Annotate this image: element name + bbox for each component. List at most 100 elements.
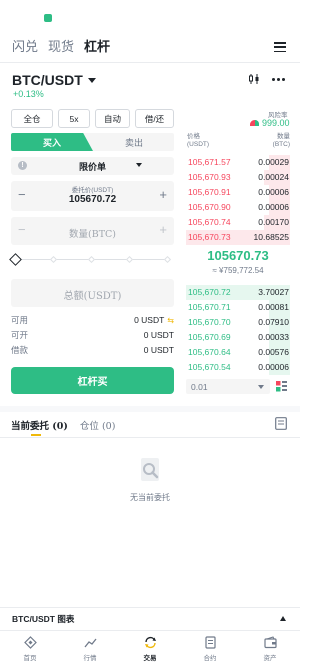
tab-margin[interactable]: 杠杆 — [84, 36, 110, 55]
chart-bar-label: BTC/USDT 图表 — [12, 613, 75, 624]
order-history-icon[interactable] — [275, 417, 287, 430]
ask-price: 105,670.90 — [188, 202, 231, 212]
bid-price: 105,670.64 — [188, 347, 231, 357]
nav-futures[interactable]: 合约 — [180, 631, 240, 666]
total-input[interactable]: 总额(USDT) — [11, 279, 174, 307]
slider-tick-100[interactable] — [163, 255, 172, 264]
orderbook-layout-icon[interactable] — [276, 381, 287, 392]
chevron-up-icon — [280, 616, 286, 621]
bid-row[interactable]: 105,670.64 0.00576 — [186, 345, 290, 360]
ask-price: 105,670.74 — [188, 217, 231, 227]
depth-select[interactable]: 0.01 — [186, 379, 270, 394]
chevron-down-icon — [87, 77, 96, 83]
hamburger-menu-icon[interactable] — [274, 42, 286, 52]
bid-price: 105,670.69 — [188, 332, 231, 342]
bid-row[interactable]: 105,670.54 0.00006 — [186, 360, 290, 375]
chevron-down-icon — [136, 163, 142, 167]
ask-quantity: 0.00006 — [258, 187, 289, 197]
total-placeholder: 总额(USDT) — [63, 291, 122, 302]
borrowed-row: 借款 0 USDT — [11, 345, 174, 356]
margin-buy-button[interactable]: 杠杆买 — [11, 367, 174, 394]
top-mode-tabs: 闪兑 现货 杠杆 — [12, 36, 110, 55]
tab-spot[interactable]: 现货 — [48, 36, 74, 55]
ask-price: 105,670.93 — [188, 172, 231, 182]
ask-price: 105,670.91 — [188, 187, 231, 197]
ask-quantity: 0.00029 — [258, 157, 289, 167]
slider-knob[interactable] — [9, 253, 22, 266]
pair-selector[interactable]: BTC/USDT — [12, 72, 96, 88]
nav-trade[interactable]: 交易 — [120, 631, 180, 666]
pair-symbol: BTC/USDT — [12, 72, 83, 88]
tab-positions[interactable]: 仓位 (0) — [80, 418, 115, 432]
wallet-icon — [263, 635, 277, 648]
bid-price: 105,670.72 — [188, 287, 231, 297]
last-price: 105670.73 — [207, 248, 269, 263]
nav-markets[interactable]: 行情 — [60, 631, 120, 666]
risk-gauge-icon — [250, 120, 259, 126]
bid-row[interactable]: 105,670.69 0.00033 — [186, 330, 290, 345]
tab-open-orders[interactable]: 当前委托 (0) — [11, 418, 68, 432]
info-icon[interactable]: ! — [18, 161, 27, 170]
home-diamond-icon — [23, 635, 37, 649]
risk-ratio-value: 999.00 — [250, 118, 290, 128]
ask-row[interactable]: 105,670.73 10.68525 — [186, 230, 290, 245]
borrow-mode-button[interactable]: 自动 — [95, 109, 130, 128]
bid-row[interactable]: 105,670.72 3.70027 — [186, 285, 290, 300]
section-divider — [0, 406, 300, 412]
borrow-repay-button[interactable]: 借/还 — [135, 109, 174, 128]
ask-row[interactable]: 105,670.90 0.00006 — [186, 200, 290, 215]
ask-quantity: 10.68525 — [253, 232, 289, 242]
nav-home[interactable]: 首页 — [0, 631, 60, 666]
buy-tab[interactable]: 买入 — [11, 133, 93, 151]
quantity-increase-button[interactable]: + — [159, 223, 167, 236]
quantity-input[interactable]: − 数量(BTC) + — [11, 217, 174, 245]
slider-tick-50[interactable] — [87, 255, 96, 264]
bid-row[interactable]: 105,670.71 0.00081 — [186, 300, 290, 315]
empty-orders-text: 无当前委托 — [130, 493, 170, 502]
trade-swap-icon — [144, 636, 156, 648]
available-row: 可用 0 USDT ⇆ — [11, 315, 174, 326]
bid-quantity: 3.70027 — [258, 287, 289, 297]
price-input[interactable]: − 委托价(USDT) 105670.72 + — [11, 181, 174, 211]
price-increase-button[interactable]: + — [159, 188, 167, 201]
ask-row[interactable]: 105,670.74 0.00170 — [186, 215, 290, 230]
ask-quantity: 0.00024 — [258, 172, 289, 182]
ask-quantity: 0.00006 — [258, 202, 289, 212]
tab-convert[interactable]: 闪兑 — [12, 36, 38, 55]
header-divider — [0, 62, 300, 63]
notification-app-icon — [44, 14, 52, 22]
slider-tick-25[interactable] — [49, 255, 58, 264]
bid-price: 105,670.70 — [188, 317, 231, 327]
sell-tab[interactable]: 卖出 — [82, 133, 174, 151]
nav-assets[interactable]: 资产 — [240, 631, 300, 666]
transfer-icon[interactable]: ⇆ — [167, 316, 174, 325]
futures-doc-icon — [204, 635, 216, 649]
ask-row[interactable]: 105,670.91 0.00006 — [186, 185, 290, 200]
more-dots-icon[interactable] — [272, 78, 285, 81]
ask-row[interactable]: 105,670.93 0.00024 — [186, 170, 290, 185]
leverage-button[interactable]: 5x — [58, 109, 90, 128]
empty-search-icon — [141, 458, 159, 481]
quantity-placeholder: 数量(BTC) — [69, 229, 116, 240]
chevron-down-icon — [258, 384, 264, 389]
slider-tick-75[interactable] — [125, 255, 134, 264]
ask-row[interactable]: 105,671.57 0.00029 — [186, 155, 290, 170]
max-open-row: 可开 0 USDT — [11, 330, 174, 341]
bid-row[interactable]: 105,670.70 0.07910 — [186, 315, 290, 330]
orderbook-qty-header: 数量 (BTC) — [272, 133, 290, 148]
bid-quantity: 0.00033 — [258, 332, 289, 342]
orders-tabs: 当前委托 (0) 仓位 (0) — [11, 418, 115, 432]
bid-price: 105,670.71 — [188, 302, 231, 312]
price-value: 105670.72 — [68, 194, 117, 205]
chart-toggle-bar[interactable]: BTC/USDT 图表 — [0, 607, 300, 629]
pair-change: +0.13% — [13, 89, 44, 99]
bid-quantity: 0.07910 — [258, 317, 289, 327]
bottom-nav: 首页 行情 交易 合约 资产 — [0, 630, 300, 666]
ask-quantity: 0.00170 — [258, 217, 289, 227]
price-label: 委托价(USDT) — [71, 187, 114, 194]
order-type-select[interactable]: 限价单 — [11, 157, 174, 175]
margin-mode-button[interactable]: 全仓 — [11, 109, 53, 128]
bid-quantity: 0.00081 — [258, 302, 289, 312]
bid-quantity: 0.00006 — [258, 362, 289, 372]
candlestick-icon[interactable] — [248, 73, 260, 85]
